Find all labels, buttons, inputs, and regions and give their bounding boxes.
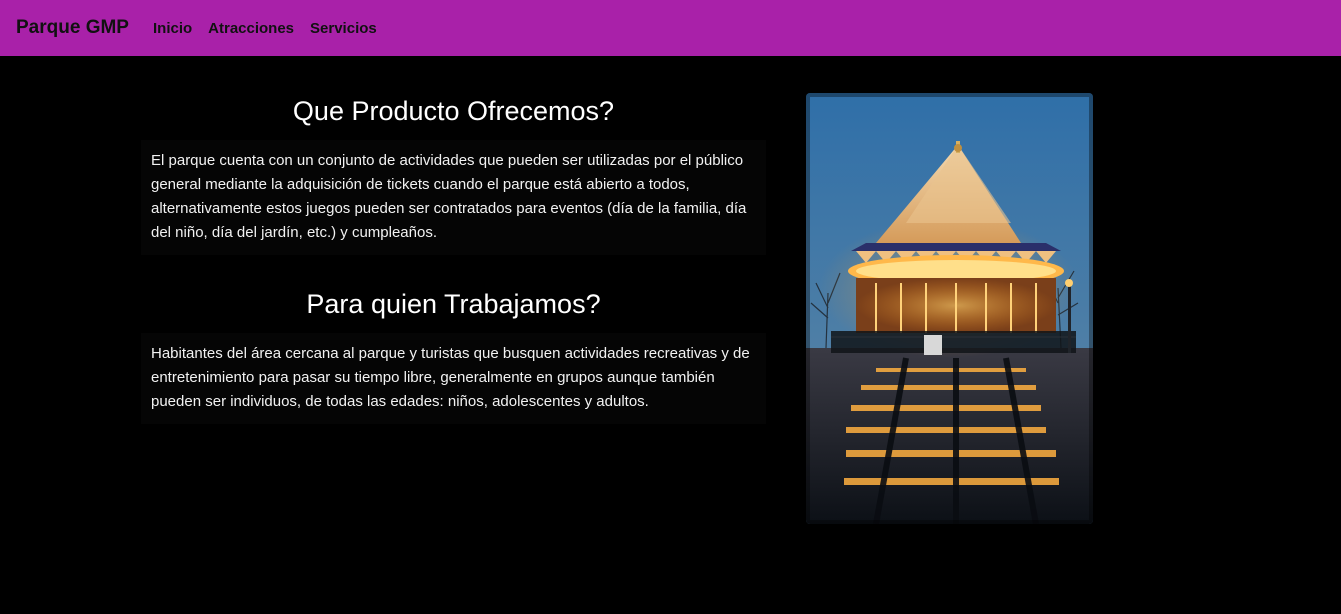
nav-link-inicio[interactable]: Inicio <box>153 20 192 37</box>
navbar: Parque GMP Inicio Atracciones Servicios <box>0 0 1341 56</box>
section-text-product: El parque cuenta con un conjunto de acti… <box>151 152 747 241</box>
section-body-product: El parque cuenta con un conjunto de acti… <box>141 140 766 255</box>
section-title-audience: Para quien Trabajamos? <box>306 289 601 319</box>
nav-link-servicios[interactable]: Servicios <box>310 20 377 37</box>
section-title-product: Que Producto Ofrecemos? <box>292 96 615 126</box>
brand-logo[interactable]: Parque GMP <box>16 17 129 39</box>
section-audience: Para quien Trabajamos? Habitantes del ár… <box>141 283 766 424</box>
nav-link-atracciones[interactable]: Atracciones <box>208 20 294 37</box>
main-content: Que Producto Ofrecemos? El parque cuenta… <box>141 90 766 424</box>
section-text-audience: Habitantes del área cercana al parque y … <box>151 345 750 410</box>
carousel-photo <box>806 93 1093 524</box>
section-product: Que Producto Ofrecemos? El parque cuenta… <box>141 90 766 255</box>
section-body-audience: Habitantes del área cercana al parque y … <box>141 333 766 424</box>
